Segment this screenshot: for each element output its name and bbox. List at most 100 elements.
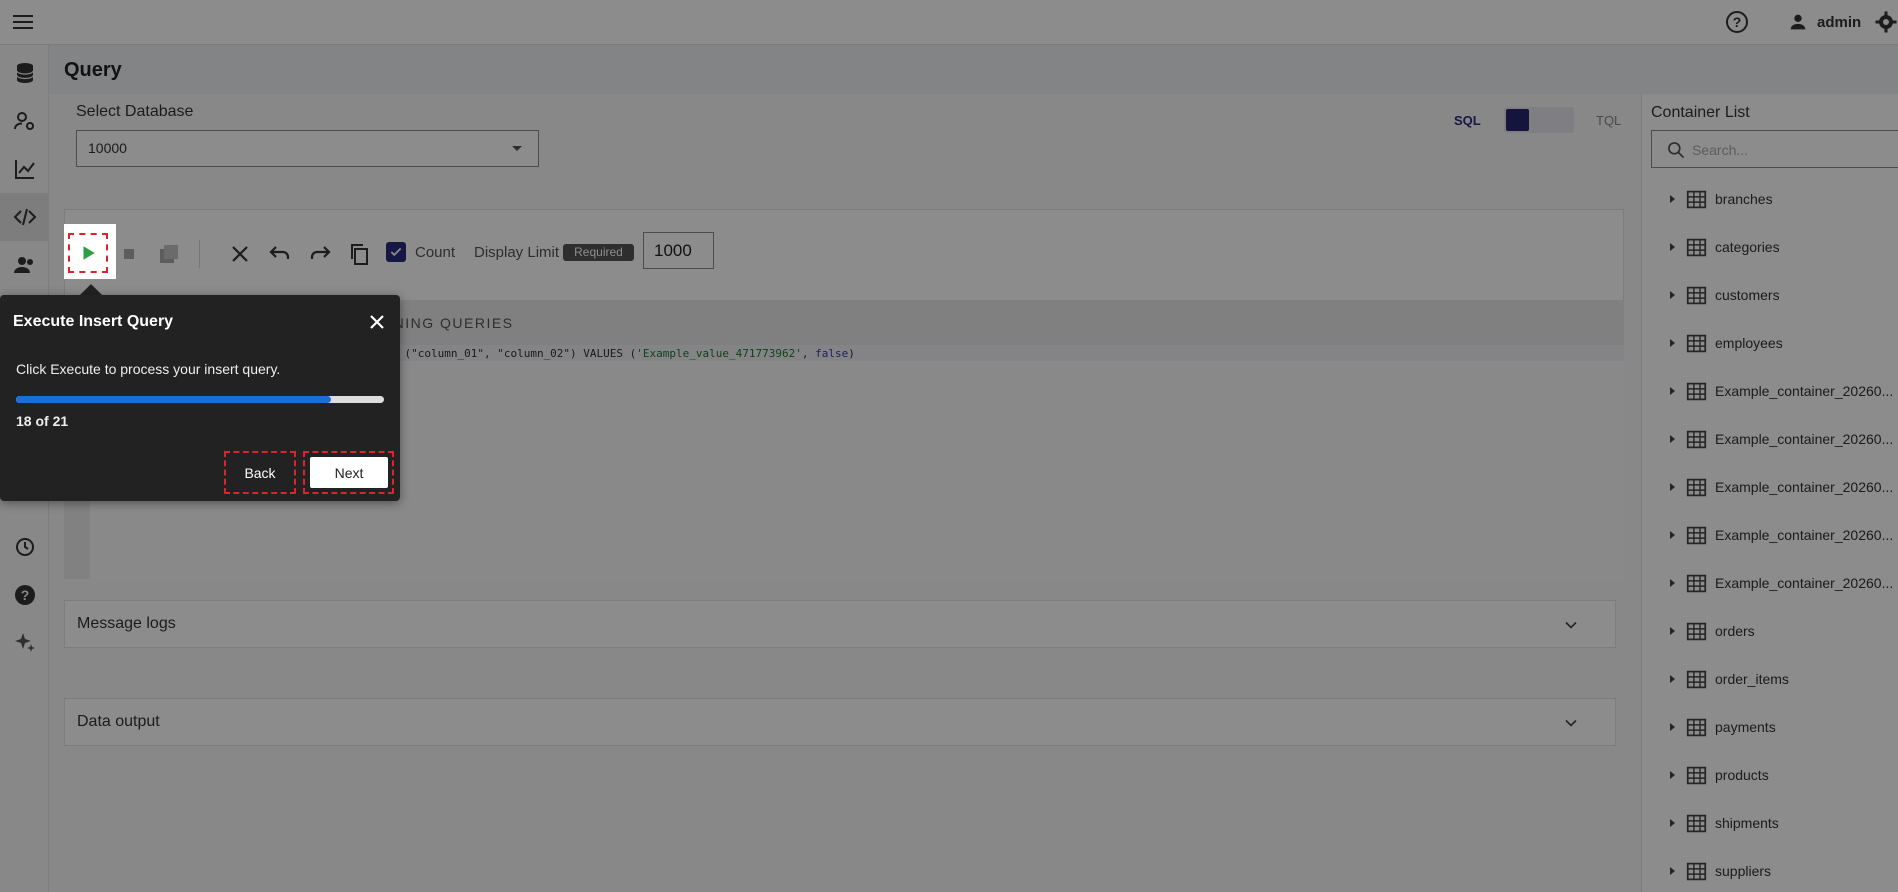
- container-name: order_items: [1715, 671, 1789, 687]
- container-name: shipments: [1715, 815, 1779, 831]
- container-list-item[interactable]: orders: [1670, 619, 1755, 643]
- expand-arrow-icon[interactable]: [1670, 435, 1675, 443]
- nav-users[interactable]: [0, 241, 49, 289]
- stop-button[interactable]: [115, 240, 143, 268]
- container-search-input[interactable]: Search...: [1651, 130, 1898, 168]
- expand-arrow-icon[interactable]: [1670, 531, 1675, 539]
- tour-back-button[interactable]: Back: [230, 457, 290, 488]
- container-list-item[interactable]: Example_container_20260...: [1670, 475, 1893, 499]
- expand-arrow-icon[interactable]: [1670, 675, 1675, 683]
- table-icon: [1686, 766, 1707, 784]
- expand-arrow-icon[interactable]: [1670, 579, 1675, 587]
- play-icon: [83, 246, 95, 260]
- container-list-item[interactable]: shipments: [1670, 811, 1779, 835]
- container-list-item[interactable]: payments: [1670, 715, 1776, 739]
- count-checkbox[interactable]: [386, 242, 406, 262]
- code-prefix: 13" ("column_01", "column_02") VALUES (: [378, 347, 637, 360]
- page-header: Query: [49, 45, 1898, 94]
- search-icon: [1668, 142, 1685, 159]
- container-name: Example_container_20260...: [1715, 575, 1894, 591]
- execute-button[interactable]: [64, 224, 116, 279]
- undo-button[interactable]: [266, 240, 294, 268]
- nav-ai-assist[interactable]: [0, 619, 49, 667]
- redo-button[interactable]: [306, 240, 334, 268]
- mode-tql-label: TQL: [1596, 113, 1622, 128]
- nav-help[interactable]: ?: [0, 571, 49, 619]
- code-sep: ,: [801, 347, 816, 360]
- expand-arrow-icon[interactable]: [1670, 243, 1675, 251]
- container-list-item[interactable]: employees: [1670, 331, 1783, 355]
- display-limit-input[interactable]: 1000: [643, 232, 714, 269]
- count-label: Count: [415, 244, 456, 261]
- data-output-panel[interactable]: Data output: [64, 698, 1616, 746]
- close-icon[interactable]: [369, 314, 385, 330]
- expand-arrow-icon[interactable]: [1670, 195, 1675, 203]
- tour-next-button[interactable]: Next: [310, 457, 388, 488]
- table-icon: [1686, 382, 1707, 400]
- container-name: employees: [1715, 335, 1783, 351]
- user-menu[interactable]: admin: [1787, 11, 1861, 33]
- page-title: Query: [64, 59, 122, 81]
- tour-progress-bar: [16, 396, 384, 403]
- expand-arrow-icon[interactable]: [1670, 291, 1675, 299]
- nav-history[interactable]: [0, 523, 49, 571]
- database-select[interactable]: 10000: [76, 130, 539, 167]
- gear-icon[interactable]: [1874, 10, 1898, 34]
- table-icon: [1686, 286, 1707, 304]
- expand-arrow-icon[interactable]: [1670, 627, 1675, 635]
- container-list-item[interactable]: Example_container_20260...: [1670, 427, 1893, 451]
- message-logs-panel[interactable]: Message logs: [64, 600, 1616, 648]
- tour-arrow: [80, 284, 102, 295]
- copy-button[interactable]: [345, 240, 373, 268]
- redo-icon: [310, 246, 331, 259]
- container-name: customers: [1715, 287, 1780, 303]
- container-list-item[interactable]: Example_container_20260...: [1670, 379, 1893, 403]
- copy-results-button[interactable]: [155, 240, 183, 268]
- expand-arrow-icon[interactable]: [1670, 771, 1675, 779]
- nav-query[interactable]: [0, 193, 49, 241]
- help-icon[interactable]: ?: [1726, 11, 1748, 33]
- database-icon: [15, 63, 34, 83]
- container-list-item[interactable]: Example_container_20260...: [1670, 523, 1893, 547]
- nav-user-settings[interactable]: [0, 97, 49, 145]
- table-icon: [1686, 430, 1707, 448]
- mode-sql-label: SQL: [1454, 113, 1481, 128]
- toolbar-divider: [199, 240, 200, 268]
- container-name: suppliers: [1715, 863, 1772, 879]
- container-list-item[interactable]: products: [1670, 763, 1769, 787]
- running-queries-tab[interactable]: NNING QUERIES: [382, 315, 514, 331]
- expand-arrow-icon[interactable]: [1670, 387, 1675, 395]
- menu-icon[interactable]: [13, 12, 35, 32]
- container-name: categories: [1715, 239, 1780, 255]
- container-list-item[interactable]: branches: [1670, 187, 1773, 211]
- container-list-item[interactable]: customers: [1670, 283, 1780, 307]
- expand-arrow-icon[interactable]: [1670, 339, 1675, 347]
- tour-progress-fill: [16, 396, 332, 403]
- code-bool: false: [815, 347, 849, 360]
- container-name: branches: [1715, 191, 1773, 207]
- undo-icon: [269, 246, 290, 259]
- table-icon: [1686, 862, 1707, 880]
- nav-database[interactable]: [0, 49, 49, 97]
- chevron-down-icon: [1565, 719, 1577, 727]
- container-list-item[interactable]: Example_container_20260...: [1670, 571, 1893, 595]
- container-name: Example_container_20260...: [1715, 431, 1894, 447]
- nav-monitoring[interactable]: [0, 145, 49, 193]
- container-list-item[interactable]: categories: [1670, 235, 1780, 259]
- tour-step-count: 18 of 21: [16, 413, 69, 429]
- help-circle-icon: ?: [14, 585, 35, 605]
- container-list-item[interactable]: suppliers: [1670, 859, 1771, 883]
- code-line-text: 13" ("column_01", "column_02") VALUES ('…: [378, 347, 855, 360]
- sql-tql-toggle[interactable]: [1504, 107, 1574, 133]
- message-logs-title: Message logs: [77, 615, 176, 632]
- container-list-item[interactable]: order_items: [1670, 667, 1789, 691]
- expand-arrow-icon[interactable]: [1670, 819, 1675, 827]
- select-database-label: Select Database: [76, 103, 194, 120]
- expand-arrow-icon[interactable]: [1670, 483, 1675, 491]
- expand-arrow-icon[interactable]: [1670, 867, 1675, 875]
- expand-arrow-icon[interactable]: [1670, 723, 1675, 731]
- copy-icon: [351, 244, 368, 265]
- table-icon: [1686, 718, 1707, 736]
- clear-button[interactable]: [226, 240, 254, 268]
- svg-text:?: ?: [20, 587, 29, 603]
